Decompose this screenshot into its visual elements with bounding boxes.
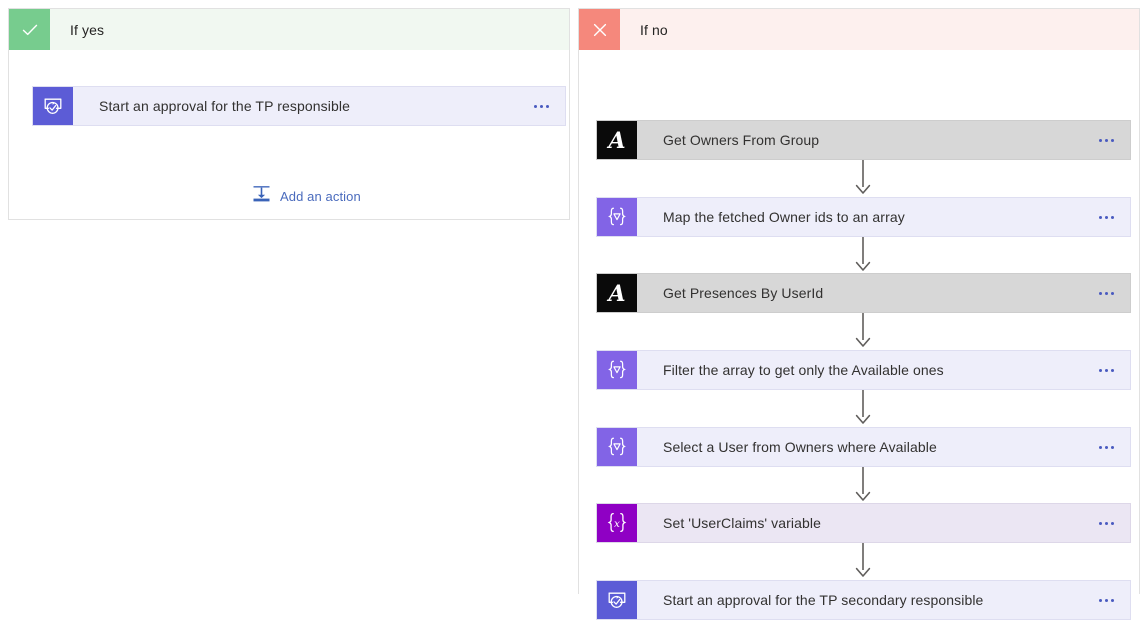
node-overflow-menu-button[interactable] [1082, 428, 1130, 466]
menu-dot [539, 104, 543, 108]
flow-node-label: Map the fetched Owner ids to an array [663, 209, 905, 225]
checkmark-icon [9, 9, 50, 50]
menu-dot [1098, 215, 1102, 219]
branch-header-if-no: If no [579, 9, 1139, 50]
custom-connector-a-icon: A [597, 121, 637, 159]
menu-dot [1098, 445, 1102, 449]
flow-node-filter-array-available[interactable]: Filter the array to get only the Availab… [596, 350, 1131, 390]
menu-dot [1110, 445, 1114, 449]
node-overflow-menu-button[interactable] [1082, 274, 1130, 312]
menu-dot [1098, 291, 1102, 295]
menu-dot [1104, 368, 1108, 372]
flow-canvas: If yes Start an approval for the TP resp… [0, 0, 1140, 620]
menu-dot [1098, 521, 1102, 525]
flow-connector-arrow [851, 237, 875, 273]
node-overflow-menu-button[interactable] [1082, 504, 1130, 542]
data-operation-icon [597, 351, 637, 389]
menu-dot [1110, 215, 1114, 219]
flow-connector-arrow [851, 313, 875, 349]
approval-icon [33, 87, 73, 125]
variable-icon: x [597, 504, 637, 542]
flow-node-label: Start an approval for the TP responsible [99, 98, 350, 114]
flow-connector-arrow [851, 543, 875, 579]
branch-header-if-yes: If yes [9, 9, 569, 50]
menu-dot [1104, 138, 1108, 142]
data-operation-icon [597, 428, 637, 466]
menu-dot [1104, 598, 1108, 602]
menu-dot [1098, 368, 1102, 372]
flow-node-start-approval-tp-secondary-responsible[interactable]: Start an approval for the TP secondary r… [596, 580, 1131, 620]
node-overflow-menu-button[interactable] [517, 87, 565, 125]
branch-card-if-yes: If yes Start an approval for the TP resp… [8, 8, 570, 220]
menu-dot [1104, 521, 1108, 525]
svg-text:A: A [606, 281, 625, 307]
node-overflow-menu-button[interactable] [1082, 198, 1130, 236]
flow-connector-arrow [851, 467, 875, 503]
menu-dot [545, 104, 549, 108]
menu-dot [1104, 215, 1108, 219]
add-an-action-button[interactable]: Add an action [252, 184, 361, 208]
menu-dot [1110, 598, 1114, 602]
add-an-action-label: Add an action [280, 188, 361, 204]
add-step-icon [252, 184, 271, 208]
menu-dot [1098, 138, 1102, 142]
flow-node-label: Start an approval for the TP secondary r… [663, 592, 984, 608]
close-icon [579, 9, 620, 50]
menu-dot [1098, 598, 1102, 602]
branch-title-if-yes: If yes [70, 21, 105, 38]
flow-node-start-approval-tp-responsible[interactable]: Start an approval for the TP responsible [32, 86, 566, 126]
flow-node-select-user-from-owners[interactable]: Select a User from Owners where Availabl… [596, 427, 1131, 467]
node-overflow-menu-button[interactable] [1082, 121, 1130, 159]
flow-node-label: Select a User from Owners where Availabl… [663, 439, 937, 455]
menu-dot [1110, 368, 1114, 372]
menu-dot [1110, 138, 1114, 142]
flow-node-label: Filter the array to get only the Availab… [663, 362, 944, 378]
flow-node-label: Get Presences By UserId [663, 285, 824, 301]
flow-node-set-userclaims-variable[interactable]: x Set 'UserClaims' variable [596, 503, 1131, 543]
flow-node-label: Get Owners From Group [663, 132, 820, 148]
data-operation-icon [597, 198, 637, 236]
menu-dot [1104, 291, 1108, 295]
flow-node-get-owners-from-group[interactable]: A Get Owners From Group [596, 120, 1131, 160]
flow-connector-arrow [851, 390, 875, 426]
menu-dot [1104, 445, 1108, 449]
svg-text:x: x [614, 518, 620, 530]
flow-node-get-presences-by-userid[interactable]: A Get Presences By UserId [596, 273, 1131, 313]
branch-title-if-no: If no [640, 21, 668, 38]
flow-node-map-owner-ids-to-array[interactable]: Map the fetched Owner ids to an array [596, 197, 1131, 237]
custom-connector-a-icon: A [597, 274, 637, 312]
menu-dot [1110, 521, 1114, 525]
menu-dot [1110, 291, 1114, 295]
branch-card-if-no: If no A Get Owners From Group Map the fe… [578, 8, 1140, 620]
menu-dot [533, 104, 537, 108]
node-overflow-menu-button[interactable] [1082, 581, 1130, 619]
approval-icon [597, 581, 637, 619]
node-overflow-menu-button[interactable] [1082, 351, 1130, 389]
svg-text:A: A [606, 128, 625, 154]
flow-node-label: Set 'UserClaims' variable [663, 515, 822, 531]
flow-connector-arrow [851, 160, 875, 196]
